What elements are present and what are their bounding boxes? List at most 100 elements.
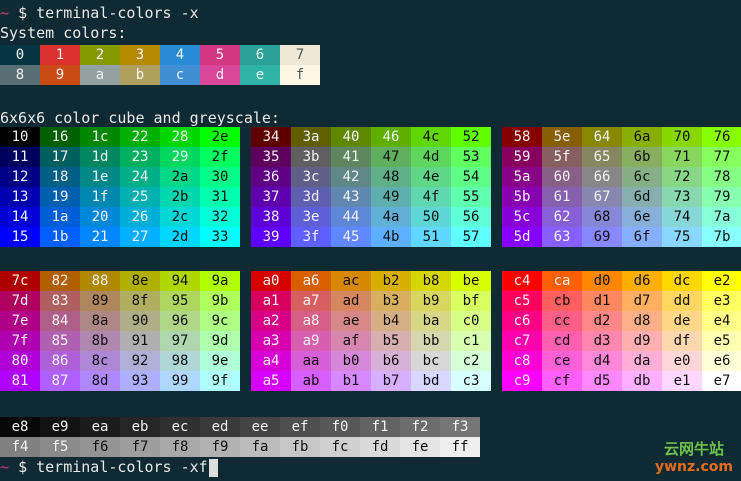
greyscale-grid: e8 e9 ea eb ec ed ee ef f0 f1 f2 f3 f4 f5 f6 f7 f8 f9 fa fb… <box>0 417 480 457</box>
greyscale-cell: ed <box>200 417 240 437</box>
color-cube-cell: b7 <box>371 371 411 391</box>
system-color-cell: 1 <box>40 45 80 65</box>
color-cube-cell: 6e <box>622 207 662 227</box>
color-cube-cell: 76 <box>702 127 741 147</box>
color-cube-cell: df <box>662 331 702 351</box>
color-cube-cell: 7b <box>702 227 741 247</box>
greyscale-cell: ee <box>240 417 280 437</box>
color-cube-cell: 12 <box>0 167 40 187</box>
color-cube-cell: dc <box>662 271 702 291</box>
color-cube-cell: da <box>622 351 662 371</box>
color-cube-cell: b8 <box>411 271 451 291</box>
color-cube-cell: 3f <box>291 227 331 247</box>
color-cube-cell: 48 <box>371 167 411 187</box>
color-cube-cell: 29 <box>160 147 200 167</box>
color-cube-cell: c1 <box>451 331 491 351</box>
color-cube-cell: 67 <box>582 187 622 207</box>
system-color-cell: 9 <box>40 65 80 85</box>
color-cube-cell: e0 <box>662 351 702 371</box>
color-cube-cell: b6 <box>371 351 411 371</box>
color-cube-cell: 83 <box>40 291 80 311</box>
color-cube-cell: be <box>451 271 491 291</box>
color-cube-cell: 5d <box>502 227 542 247</box>
color-cube-cell: 50 <box>411 207 451 227</box>
color-cube-cell: 72 <box>662 167 702 187</box>
command-text: terminal-colors -x <box>36 4 199 22</box>
color-cube-cell: 92 <box>120 351 160 371</box>
color-cube-cell: a8 <box>291 311 331 331</box>
greyscale-cell: fe <box>400 437 440 457</box>
color-cube-cell: 7f <box>0 331 40 351</box>
color-cube-cell: a0 <box>251 271 291 291</box>
color-cube-cell: 4f <box>411 187 451 207</box>
color-cube-cell: 40 <box>331 127 371 147</box>
color-cube-cell: c3 <box>451 371 491 391</box>
color-cube-cell: d9 <box>622 331 662 351</box>
color-cube-cell: 62 <box>542 207 582 227</box>
greyscale-cell: ec <box>160 417 200 437</box>
color-cube-cell: 5c <box>502 207 542 227</box>
color-cube-cell: a9 <box>291 331 331 351</box>
greyscale-cell: f1 <box>360 417 400 437</box>
color-cube-cell: bf <box>451 291 491 311</box>
color-cube-cell: a4 <box>251 351 291 371</box>
color-cube-cell: ba <box>411 311 451 331</box>
color-cube-cell: 6d <box>622 187 662 207</box>
color-cube-cell: b0 <box>331 351 371 371</box>
color-cube-cell: 56 <box>451 207 491 227</box>
color-cube-cell: aa <box>291 351 331 371</box>
color-cube-cell: e4 <box>702 311 741 331</box>
watermark-logo: 云网牛站 ywnz.com <box>655 438 733 475</box>
greyscale-cell: f8 <box>160 437 200 457</box>
color-cube-cell: ca <box>542 271 582 291</box>
color-cube-cell: 9a <box>200 271 240 291</box>
color-cube-cell: 61 <box>542 187 582 207</box>
color-cube-cell: 52 <box>451 127 491 147</box>
color-cube-cell: 43 <box>331 187 371 207</box>
color-cube-cell: 91 <box>120 331 160 351</box>
color-cube-cell: 66 <box>582 167 622 187</box>
color-cube-cell: 28 <box>160 127 200 147</box>
color-cube-cell: 20 <box>80 207 120 227</box>
color-cube-cell: 32 <box>200 207 240 227</box>
color-cube-cell: 77 <box>702 147 741 167</box>
color-cube-cell: d7 <box>622 291 662 311</box>
color-cube-cell: 24 <box>120 167 160 187</box>
color-cube-cell: 84 <box>40 311 80 331</box>
color-cube-cell: 58 <box>502 127 542 147</box>
color-cube-cell: 4a <box>371 207 411 227</box>
color-cube-cell: 4d <box>411 147 451 167</box>
color-cube-cell: 33 <box>200 227 240 247</box>
color-cube-cell: 6f <box>622 227 662 247</box>
color-cube-cell: 27 <box>120 227 160 247</box>
system-color-cell: 0 <box>0 45 40 65</box>
color-cube-cell: c4 <box>502 271 542 291</box>
color-cube-cell: cd <box>542 331 582 351</box>
color-cube-cell: 96 <box>160 311 200 331</box>
color-cube-cell: ce <box>542 351 582 371</box>
color-cube-cell: af <box>331 331 371 351</box>
color-cube-cell: bb <box>411 331 451 351</box>
color-cube-cell: 51 <box>411 227 451 247</box>
color-cube-cell: e1 <box>662 371 702 391</box>
color-cube-cell: dd <box>662 291 702 311</box>
color-cube-cell: 1a <box>40 207 80 227</box>
color-cube-cell: a6 <box>291 271 331 291</box>
color-cube-cell: 65 <box>582 147 622 167</box>
color-cube-cell: c5 <box>502 291 542 311</box>
color-cube-cell: 13 <box>0 187 40 207</box>
greyscale-cell: fc <box>320 437 360 457</box>
color-cube-cell: bd <box>411 371 451 391</box>
color-cube-cell: b3 <box>371 291 411 311</box>
color-cube-cell: b5 <box>371 331 411 351</box>
color-cube-cell: 2e <box>200 127 240 147</box>
color-cube-cell: c0 <box>451 311 491 331</box>
color-cube-cell: 49 <box>371 187 411 207</box>
color-cube-block: 34 3a 40 46 4c 52 35 3b 41 47 4d 53 36 3c 42 48 4e 54 37 3d… <box>251 127 491 247</box>
color-cube-cell: 25 <box>120 187 160 207</box>
prompt-tilde: ~ <box>0 458 10 476</box>
color-cube-cell: 80 <box>0 351 40 371</box>
color-cube-cell: 71 <box>662 147 702 167</box>
color-cube-cell: 44 <box>331 207 371 227</box>
color-cube-cell: 8b <box>80 331 120 351</box>
